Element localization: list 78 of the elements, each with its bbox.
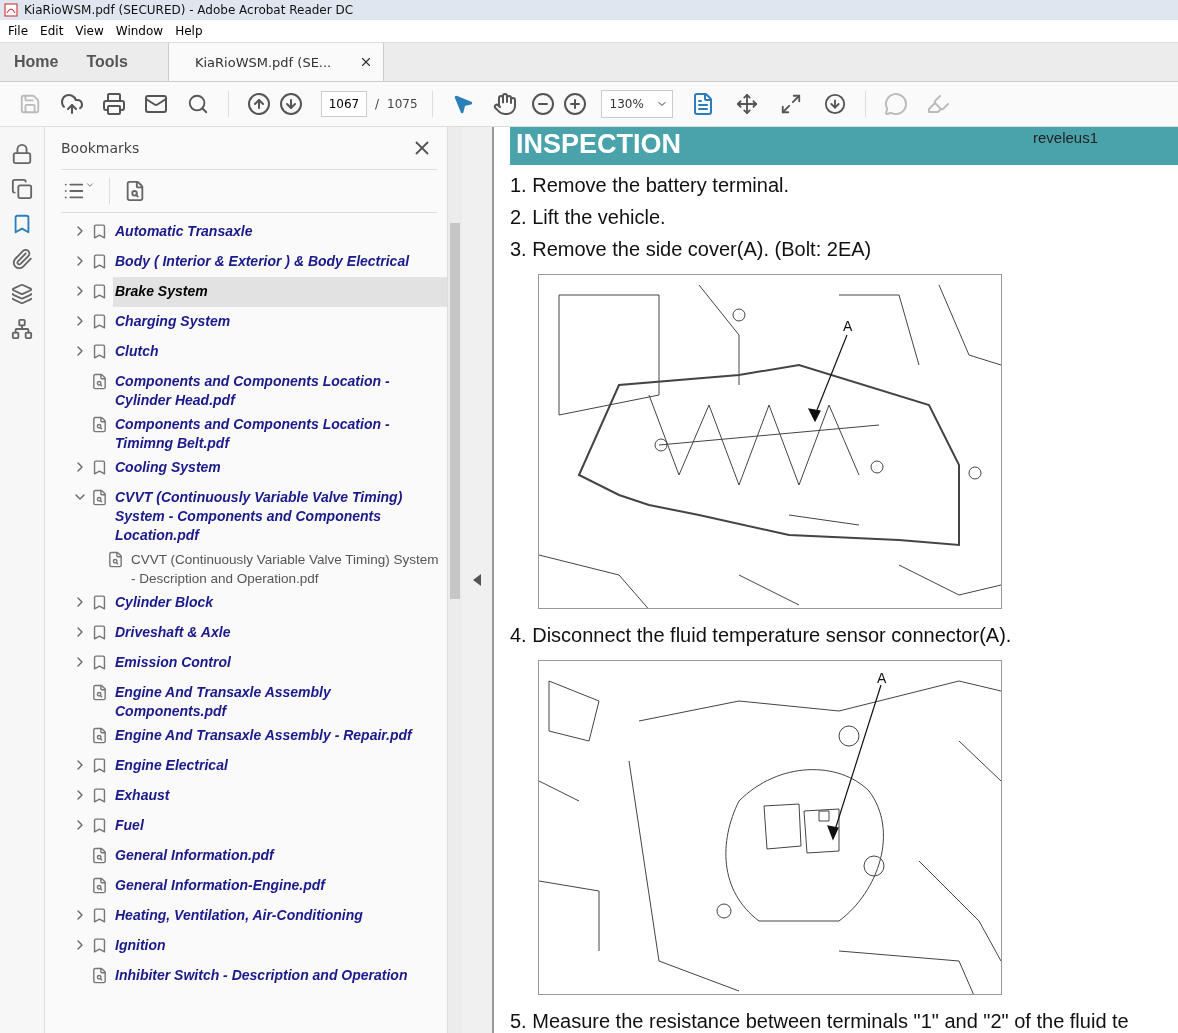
lock-icon[interactable] [11, 143, 33, 165]
panel-title: Bookmarks [61, 140, 140, 156]
pages-icon[interactable] [11, 178, 33, 200]
bookmark-icon [91, 937, 108, 954]
page-total: 1075 [387, 97, 418, 111]
bookmark-item[interactable]: Components and Components Location - Timimng Belt.pdf [113, 410, 447, 453]
instruction-step: 3. Remove the side cover(A). (Bolt: 2EA) [510, 237, 1178, 262]
window-title: KiaRioWSM.pdf (SECURED) - Adobe Acrobat Reader DC [24, 3, 354, 17]
paperclip-icon[interactable] [11, 248, 33, 270]
bookmark-item[interactable]: Cooling System [113, 453, 447, 483]
bookmark-icon [91, 757, 108, 774]
bookmark-icon [91, 459, 108, 476]
collapse-arrow-icon[interactable] [473, 574, 481, 586]
callout-label: A [877, 670, 887, 687]
bookmark-item[interactable]: Automatic Transaxle [113, 217, 447, 247]
bookmark-icon [91, 817, 108, 834]
instruction-step: 1. Remove the battery terminal. [510, 173, 1178, 198]
bookmark-item[interactable]: CVVT (Continuously Variable Valve Timing) System - Description and Operation.pdf [129, 545, 447, 588]
bookmark-item[interactable]: Body ( Interior & Exterior ) & Body Electrical [113, 247, 447, 277]
instruction-step: 4. Disconnect the fluid temperature sensor connector(A). [510, 623, 1178, 648]
bookmark-icon [91, 253, 108, 270]
bookmark-item[interactable]: Exhaust [113, 781, 447, 811]
bookmark-item[interactable]: General Information-Engine.pdf [113, 871, 447, 901]
bookmark-item[interactable]: Engine Electrical [113, 751, 447, 781]
bookmark-icon [91, 283, 108, 300]
section-heading: INSPECTION [516, 128, 682, 161]
bookmark-item[interactable]: Cylinder Block [113, 588, 447, 618]
bookmark-item[interactable]: CVVT (Continuously Variable Valve Timing) System - Components and Components Location.pdf [113, 483, 447, 545]
nav-tab[interactable]: Home [0, 43, 73, 81]
bookmark-item[interactable]: Components and Components Location - Cylinder Head.pdf [113, 367, 447, 410]
menu-item[interactable]: Window [111, 24, 172, 38]
bookmark-item[interactable]: Engine And Transaxle Assembly - Repair.pdf [113, 721, 447, 751]
tree-icon[interactable] [11, 318, 33, 340]
stamp-text: reveleus1 [1032, 128, 1098, 148]
page-number-field[interactable]: 1067 [321, 91, 367, 117]
document-icon [91, 877, 108, 894]
bookmark-item[interactable]: Clutch [113, 337, 447, 367]
document-icon [91, 489, 108, 506]
bookmark-item[interactable]: Heating, Ventilation, Air-Conditioning [113, 901, 447, 931]
bookmark-icon [91, 594, 108, 611]
bookmark-icon [91, 624, 108, 641]
bookmark-item[interactable]: Emission Control [113, 648, 447, 678]
bookmark-item[interactable]: Ignition [113, 931, 447, 961]
bookmark-item[interactable]: Driveshaft & Axle [113, 618, 447, 648]
instruction-step: 5. Measure the resistance between terminals "1" and "2" of the fluid te [510, 1009, 1178, 1033]
page-separator: / [375, 97, 380, 111]
bookmark-icon [91, 787, 108, 804]
bookmark-icon [91, 907, 108, 924]
callout-label: A [843, 318, 853, 335]
document-icon [91, 416, 108, 433]
document-icon [91, 847, 108, 864]
menu-item[interactable]: Help [171, 24, 211, 38]
bookmark-icon [91, 654, 108, 671]
document-icon [91, 373, 108, 390]
document-icon [107, 551, 124, 568]
menu-item[interactable]: View [71, 24, 112, 38]
bookmark-item[interactable]: Fuel [113, 811, 447, 841]
bookmark-item[interactable]: General Information.pdf [113, 841, 447, 871]
layers-icon[interactable] [11, 283, 33, 305]
bookmark-item[interactable]: Brake System [113, 277, 447, 307]
scrollbar[interactable] [447, 127, 462, 1033]
menu-item[interactable]: File [4, 24, 37, 38]
document-tab[interactable]: KiaRioWSM.pdf (SE... [167, 43, 384, 81]
document-icon [91, 684, 108, 701]
pdf-app-icon [4, 3, 18, 17]
document-icon [91, 967, 108, 984]
nav-tab[interactable]: Tools [72, 43, 142, 81]
bookmark-item[interactable]: Charging System [113, 307, 447, 337]
bookmark-icon [91, 313, 108, 330]
bookmark-item[interactable]: Engine And Transaxle Assembly Components.pdf [113, 678, 447, 721]
bookmark-icon [91, 223, 108, 240]
find-bookmark-icon[interactable] [124, 180, 146, 202]
bookmark-icon [91, 343, 108, 360]
menu-item[interactable]: Edit [36, 24, 72, 38]
zoom-dropdown[interactable]: 130% [600, 90, 673, 118]
document-icon [91, 727, 108, 744]
instruction-step: 2. Lift the vehicle. [510, 205, 1178, 230]
bookmark-item[interactable]: Inhibiter Switch - Description and Operation [113, 961, 447, 991]
